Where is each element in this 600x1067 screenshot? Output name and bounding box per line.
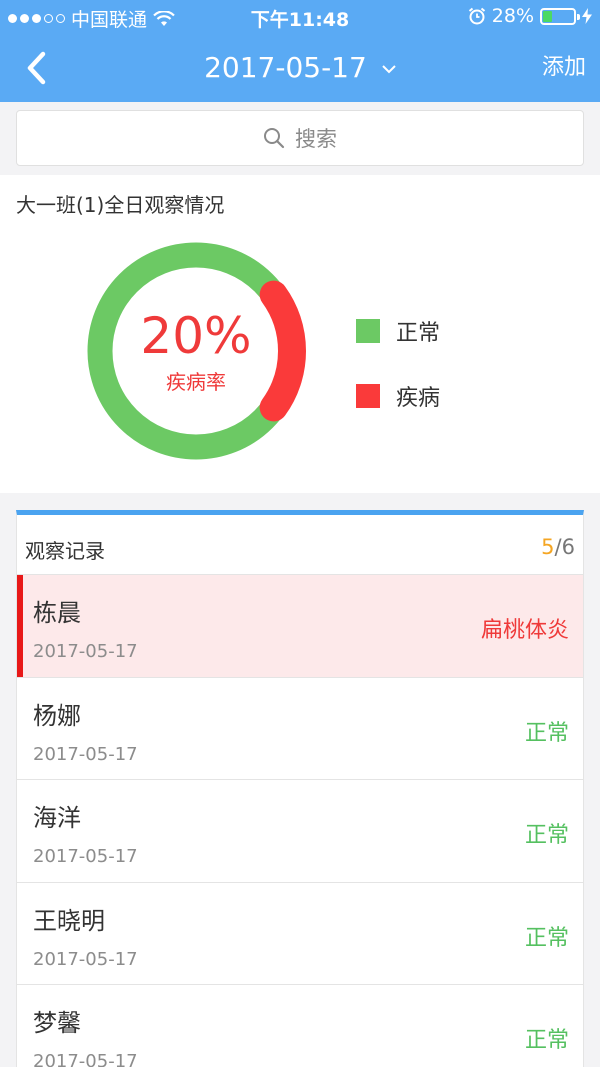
record-status: 正常 — [524, 925, 569, 951]
status-right: 28% — [468, 5, 592, 27]
record-status: 正常 — [524, 823, 569, 848]
student-name: 梦馨 — [33, 1009, 81, 1037]
date-selector[interactable]: 2017-05-17 — [0, 48, 600, 89]
observation-records: 观察记录 5/6 栋晨 2017-05-17 扁桃体炎 杨娜 2017-05-1… — [16, 510, 584, 1067]
record-item[interactable]: 杨娜 2017-05-17 正常 — [17, 677, 583, 780]
nav-bar: 2017-05-17 添加 — [0, 34, 600, 102]
student-name: 杨娜 — [33, 701, 81, 730]
add-button[interactable]: 添加 — [542, 52, 586, 84]
student-name: 王晓明 — [33, 906, 105, 935]
legend-swatch — [356, 384, 380, 408]
legend-swatch — [356, 319, 380, 343]
record-date: 2017-05-17 — [33, 743, 138, 765]
dropdown-chevron-icon — [377, 59, 396, 78]
legend-label: 疾病 — [396, 386, 441, 411]
alarm-icon — [468, 7, 485, 25]
record-date: 2017-05-17 — [33, 641, 138, 662]
date-title: 2017-05-17 — [204, 51, 367, 84]
donut-center: 20% 疾病率 — [85, 240, 307, 462]
search-bar[interactable]: 搜索 — [16, 110, 584, 166]
legend-item-normal: 正常 — [356, 315, 440, 347]
record-item[interactable]: 栋晨 2017-05-17 扁桃体炎 — [17, 575, 583, 678]
legend-item-sick: 疾病 — [356, 380, 440, 412]
record-item[interactable]: 海洋 2017-05-17 正常 — [17, 780, 583, 883]
student-name: 栋晨 — [33, 599, 81, 627]
battery-icon — [540, 7, 580, 25]
summary-title: 大一班(1)全日观察情况 — [16, 193, 225, 217]
record-item[interactable]: 梦馨 2017-05-17 正常 — [17, 985, 583, 1067]
record-item[interactable]: 王晓明 2017-05-17 正常 — [17, 882, 583, 985]
records-count-separator: / — [554, 535, 562, 559]
charging-bolt-icon — [582, 8, 592, 24]
records-count-current: 5 — [541, 535, 555, 559]
record-status: 扁桃体炎 — [480, 618, 569, 643]
legend-label: 正常 — [396, 321, 441, 346]
record-date: 2017-05-17 — [33, 948, 138, 970]
top-bar: 中国联通 下午11:48 28% 2017-05-17 添加 — [0, 0, 600, 102]
records-title: 观察记录 — [25, 539, 105, 563]
records-count: 5/6 — [541, 535, 575, 559]
observation-summary: 大一班(1)全日观察情况 20% 疾病率 正常 疾病 — [0, 175, 600, 493]
illness-rate-label: 疾病率 — [166, 369, 226, 394]
battery-percent: 28% — [491, 5, 534, 27]
status-bar: 中国联通 下午11:48 28% — [0, 0, 600, 34]
search-icon — [264, 128, 285, 149]
record-status: 正常 — [524, 720, 569, 746]
illness-percent: 20% — [140, 306, 252, 365]
records-header: 观察记录 5/6 — [17, 515, 583, 575]
record-status: 正常 — [524, 1028, 569, 1053]
chart-legend: 正常 疾病 — [356, 315, 440, 445]
records-count-total: 6 — [561, 535, 575, 559]
record-date: 2017-05-17 — [33, 846, 138, 867]
student-name: 海洋 — [33, 804, 81, 832]
search-placeholder: 搜索 — [295, 127, 337, 151]
record-date: 2017-05-17 — [33, 1051, 138, 1067]
